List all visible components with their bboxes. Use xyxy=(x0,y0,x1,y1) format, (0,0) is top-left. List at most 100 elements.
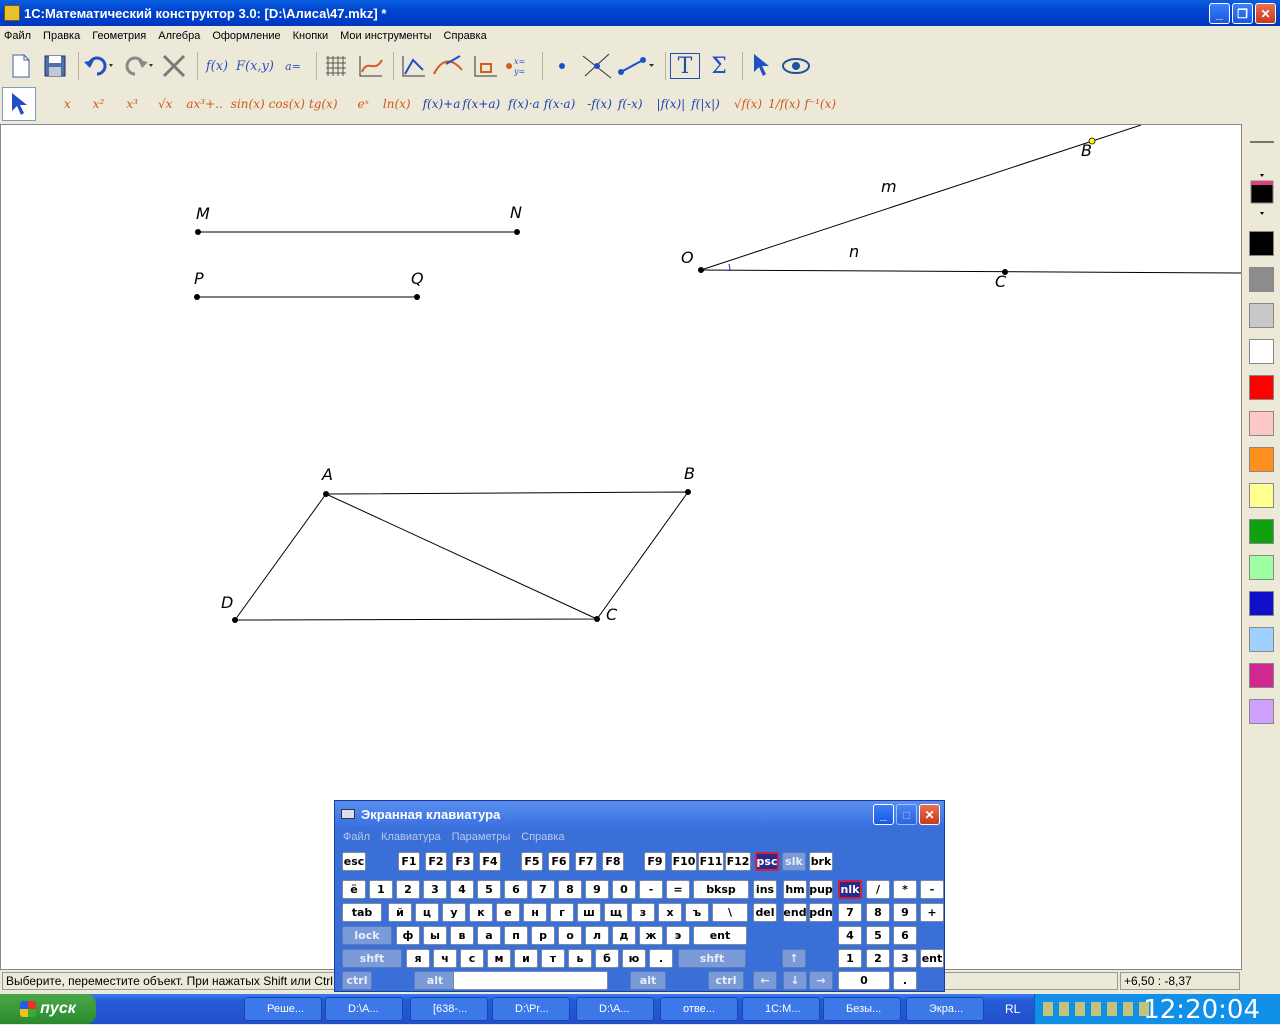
new-file-icon[interactable] xyxy=(6,51,36,81)
fn-ln[interactable]: ln(x) xyxy=(383,97,411,111)
osk-key[interactable]: alt xyxy=(630,971,666,990)
osk-menu-help[interactable]: Справка xyxy=(521,831,564,843)
osk-key[interactable]: F9 xyxy=(644,852,666,871)
fn-neg[interactable]: -f(x) xyxy=(587,97,612,111)
osk-space-key[interactable] xyxy=(453,971,608,990)
color-swatch[interactable] xyxy=(1249,483,1274,508)
osk-key[interactable]: tab xyxy=(342,903,382,922)
osk-key[interactable]: 8 xyxy=(558,880,582,899)
fn-exp[interactable]: eˣ xyxy=(358,97,369,111)
osk-key[interactable]: bksp xyxy=(693,880,749,899)
parameter-button[interactable]: a= xyxy=(278,51,308,81)
osk-key[interactable]: и xyxy=(514,949,538,968)
osk-key[interactable]: д xyxy=(612,926,636,945)
text-tool-button[interactable]: T xyxy=(669,53,700,79)
osk-key[interactable]: ↑ xyxy=(782,949,806,968)
point-a[interactable] xyxy=(323,491,329,497)
fn-inverse[interactable]: f⁻¹(x) xyxy=(804,97,836,111)
osk-key[interactable]: F2 xyxy=(425,852,447,871)
osk-key[interactable]: 4 xyxy=(450,880,474,899)
intersection-tool-icon[interactable] xyxy=(581,51,613,81)
label-b[interactable]: B xyxy=(684,464,695,483)
osk-key[interactable]: F5 xyxy=(521,852,543,871)
osk-key[interactable]: ж xyxy=(639,926,663,945)
axes-icon[interactable] xyxy=(355,51,385,81)
chevron-down-icon[interactable] xyxy=(1260,174,1264,177)
osk-menu-keyboard[interactable]: Клавиатура xyxy=(381,831,441,843)
taskbar-button[interactable]: 1С:М... xyxy=(742,997,820,1021)
osk-key[interactable]: . xyxy=(649,949,673,968)
minimize-button[interactable]: _ xyxy=(1209,3,1230,24)
osk-key[interactable]: 5 xyxy=(866,926,890,945)
osk-menu-file[interactable]: Файл xyxy=(343,831,370,843)
color-swatch[interactable] xyxy=(1249,267,1274,292)
osk-key[interactable]: 1 xyxy=(838,949,862,968)
osk-key[interactable]: 9 xyxy=(585,880,609,899)
fn-x3[interactable]: x³ xyxy=(126,97,138,111)
eye-icon[interactable] xyxy=(781,51,811,81)
osk-key[interactable]: ю xyxy=(622,949,646,968)
osk-key[interactable]: э xyxy=(666,926,690,945)
osk-key[interactable]: - xyxy=(639,880,663,899)
osk-key[interactable]: F3 xyxy=(452,852,474,871)
function-fxy-button[interactable]: F(x,y) xyxy=(236,51,274,81)
osk-key[interactable]: / xyxy=(866,880,890,899)
pointer-tool-icon[interactable] xyxy=(2,87,36,121)
fn-tg[interactable]: tg(x) xyxy=(309,97,338,111)
osk-key[interactable]: р xyxy=(531,926,555,945)
point-b[interactable] xyxy=(685,489,691,495)
fn-cos[interactable]: cos(x) xyxy=(269,97,305,111)
color-swatch[interactable] xyxy=(1249,591,1274,616)
osk-key[interactable]: nlk xyxy=(838,880,862,899)
osk-key[interactable]: pdn xyxy=(809,903,833,922)
menu-edit[interactable]: Правка xyxy=(43,30,80,42)
function-fx-button[interactable]: f(x) xyxy=(202,51,232,81)
segment-tool-icon[interactable] xyxy=(617,51,657,81)
osk-key[interactable]: 9 xyxy=(893,903,917,922)
fn-neg-x[interactable]: f(-x) xyxy=(618,97,643,111)
color-swatch[interactable] xyxy=(1249,555,1274,580)
close-button[interactable]: ✕ xyxy=(1255,3,1276,24)
osk-key[interactable]: ↓ xyxy=(783,971,807,990)
osk-key[interactable]: hm xyxy=(783,880,807,899)
osk-key[interactable]: в xyxy=(450,926,474,945)
color-swatch[interactable] xyxy=(1249,663,1274,688)
menu-buttons[interactable]: Кнопки xyxy=(293,30,329,42)
osk-key[interactable]: з xyxy=(631,903,655,922)
osk-key[interactable]: к xyxy=(469,903,493,922)
osk-key[interactable]: F7 xyxy=(575,852,597,871)
osk-key[interactable]: 0 xyxy=(612,880,636,899)
osk-key[interactable]: б xyxy=(595,949,619,968)
osk-key[interactable]: м xyxy=(487,949,511,968)
point-c[interactable] xyxy=(594,616,600,622)
fn-shift-up[interactable]: f(x)+a xyxy=(423,97,461,111)
label-n-line[interactable]: n xyxy=(849,242,859,261)
osk-key[interactable]: alt xyxy=(414,971,456,990)
osk-key[interactable]: F10 xyxy=(671,852,697,871)
osk-menu-settings[interactable]: Параметры xyxy=(452,831,511,843)
menu-geometry[interactable]: Геометрия xyxy=(92,30,146,42)
osk-key[interactable]: а xyxy=(477,926,501,945)
color-swatch[interactable] xyxy=(1249,411,1274,436)
label-c[interactable]: C xyxy=(606,605,617,624)
menu-my-tools[interactable]: Мои инструменты xyxy=(340,30,431,42)
osk-key[interactable]: 0 xyxy=(838,971,890,990)
language-indicator[interactable]: RL xyxy=(1005,1002,1020,1016)
osk-key[interactable]: ё xyxy=(342,880,366,899)
fn-shift-left[interactable]: f(x+a) xyxy=(462,97,500,111)
label-m-line[interactable]: m xyxy=(881,177,897,196)
taskbar-button[interactable]: D:\А... xyxy=(325,997,403,1021)
osk-key[interactable]: ← xyxy=(753,971,777,990)
system-equations-icon[interactable]: x= y= xyxy=(504,51,534,81)
taskbar-button[interactable]: Безы... xyxy=(823,997,901,1021)
color-swatch[interactable] xyxy=(1249,699,1274,724)
menu-help[interactable]: Справка xyxy=(444,30,487,42)
label-c-ray[interactable]: C xyxy=(995,272,1006,291)
menu-format[interactable]: Оформление xyxy=(212,30,280,42)
osk-key[interactable]: 2 xyxy=(396,880,420,899)
osk-key[interactable]: 4 xyxy=(838,926,862,945)
osk-key[interactable]: brk xyxy=(809,852,833,871)
osk-key[interactable]: + xyxy=(920,903,944,922)
osk-key[interactable]: \ xyxy=(712,903,748,922)
fn-scale-y[interactable]: f(x)·a xyxy=(508,97,540,111)
